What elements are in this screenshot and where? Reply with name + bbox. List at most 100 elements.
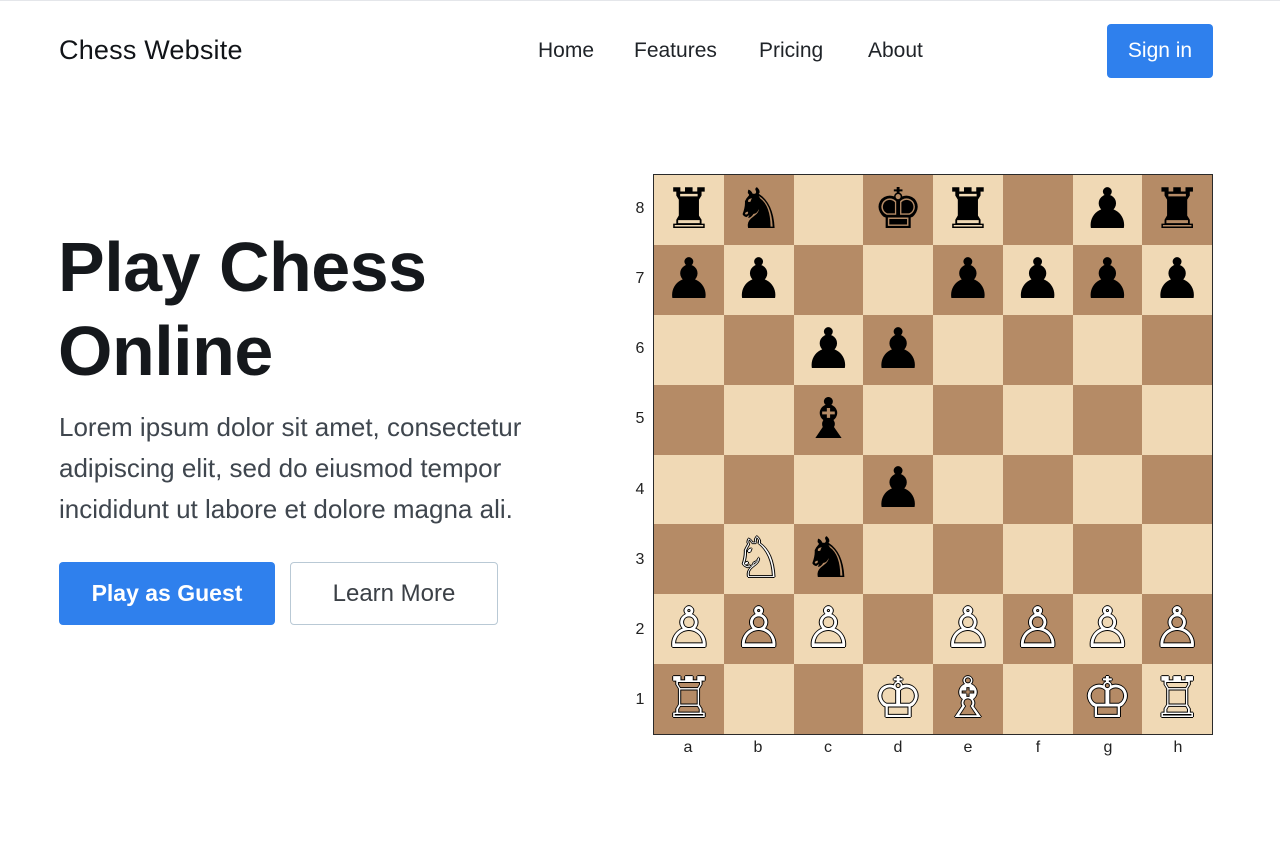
square-b6[interactable] [723,314,794,385]
white-knight-icon[interactable]: ♘ [734,531,784,587]
square-a6[interactable] [654,314,724,385]
square-c1[interactable] [793,664,864,734]
square-e8[interactable]: ♜ [933,175,1003,245]
square-c3[interactable]: ♞ [793,524,864,595]
square-c4[interactable] [793,454,864,525]
black-rook-icon[interactable]: ♜ [664,181,714,238]
square-e5[interactable] [933,384,1003,455]
white-pawn-icon[interactable]: ♙ [803,601,853,657]
black-pawn-icon[interactable]: ♟ [734,251,784,308]
square-c6[interactable]: ♟ [793,314,864,385]
square-d3[interactable] [863,524,933,595]
square-e6[interactable] [933,314,1003,385]
square-a4[interactable] [654,454,724,525]
white-pawn-icon[interactable]: ♙ [664,601,714,657]
square-h3[interactable] [1142,524,1212,595]
square-h5[interactable] [1142,384,1212,455]
square-d4[interactable]: ♟ [863,454,933,525]
square-d1[interactable]: ♔ [863,664,933,734]
black-pawn-icon[interactable]: ♟ [1082,181,1132,238]
white-king-icon[interactable]: ♔ [1082,671,1132,727]
learn-more-button[interactable]: Learn More [290,562,498,625]
square-h7[interactable]: ♟ [1142,244,1212,315]
chess-board[interactable]: ♜ ♞ ♚ ♜ ♟ ♜ ♟ ♟ ♟ ♟ ♟ ♟ ♟ ♟ ♝ ♟ ♘ ♞ ♙ ♙ ♙ ♙ ♙ ♙ ♙ ♖ ♔ ♗ ♔ ♖ [653,174,1213,735]
white-rook-icon[interactable]: ♖ [664,671,714,727]
square-g7[interactable]: ♟ [1072,244,1143,315]
square-e2[interactable]: ♙ [933,594,1003,665]
square-f6[interactable] [1002,314,1073,385]
square-h4[interactable] [1142,454,1212,525]
sign-in-button[interactable]: Sign in [1107,24,1213,78]
square-h1[interactable]: ♖ [1142,664,1212,734]
square-a1[interactable]: ♖ [654,664,724,734]
white-bishop-icon[interactable]: ♗ [943,671,993,727]
square-f4[interactable] [1002,454,1073,525]
square-h6[interactable] [1142,314,1212,385]
square-g4[interactable] [1072,454,1143,525]
square-c2[interactable]: ♙ [793,594,864,665]
square-b8[interactable]: ♞ [723,175,794,245]
square-d7[interactable] [863,244,933,315]
square-f7[interactable]: ♟ [1002,244,1073,315]
black-pawn-icon[interactable]: ♟ [664,251,714,308]
square-c8[interactable] [793,175,864,245]
black-pawn-icon[interactable]: ♟ [1013,251,1063,308]
square-a5[interactable] [654,384,724,455]
square-a3[interactable] [654,524,724,595]
square-f2[interactable]: ♙ [1002,594,1073,665]
square-c7[interactable] [793,244,864,315]
white-king-icon[interactable]: ♔ [873,671,923,727]
square-f1[interactable] [1002,664,1073,734]
square-a2[interactable]: ♙ [654,594,724,665]
square-g3[interactable] [1072,524,1143,595]
square-b3[interactable]: ♘ [723,524,794,595]
square-g5[interactable] [1072,384,1143,455]
square-g1[interactable]: ♔ [1072,664,1143,734]
white-rook-icon[interactable]: ♖ [1152,671,1202,727]
nav-pricing[interactable]: Pricing [759,39,823,63]
square-e1[interactable]: ♗ [933,664,1003,734]
square-d6[interactable]: ♟ [863,314,933,385]
nav-about[interactable]: About [868,39,923,63]
black-pawn-icon[interactable]: ♟ [803,321,853,378]
black-knight-icon[interactable]: ♞ [803,531,853,587]
black-pawn-icon[interactable]: ♟ [1152,251,1202,308]
square-h8[interactable]: ♜ [1142,175,1212,245]
nav-features[interactable]: Features [634,39,717,63]
white-pawn-icon[interactable]: ♙ [734,601,784,657]
black-pawn-icon[interactable]: ♟ [943,251,993,308]
square-e3[interactable] [933,524,1003,595]
black-knight-icon[interactable]: ♞ [734,181,784,238]
square-a8[interactable]: ♜ [654,175,724,245]
square-b4[interactable] [723,454,794,525]
black-rook-icon[interactable]: ♜ [1152,181,1202,238]
white-pawn-icon[interactable]: ♙ [1013,601,1063,657]
square-b7[interactable]: ♟ [723,244,794,315]
square-e4[interactable] [933,454,1003,525]
square-a7[interactable]: ♟ [654,244,724,315]
square-c5[interactable]: ♝ [793,384,864,455]
black-rook-icon[interactable]: ♜ [943,181,993,238]
square-f3[interactable] [1002,524,1073,595]
square-e7[interactable]: ♟ [933,244,1003,315]
black-pawn-icon[interactable]: ♟ [873,461,923,517]
square-d5[interactable] [863,384,933,455]
black-king-icon[interactable]: ♚ [873,181,923,238]
square-g8[interactable]: ♟ [1072,175,1143,245]
square-h2[interactable]: ♙ [1142,594,1212,665]
square-g2[interactable]: ♙ [1072,594,1143,665]
white-pawn-icon[interactable]: ♙ [1152,601,1202,657]
square-g6[interactable] [1072,314,1143,385]
black-pawn-icon[interactable]: ♟ [1082,251,1132,308]
black-bishop-icon[interactable]: ♝ [803,391,853,448]
square-b2[interactable]: ♙ [723,594,794,665]
white-pawn-icon[interactable]: ♙ [943,601,993,657]
play-as-guest-button[interactable]: Play as Guest [59,562,275,625]
square-b5[interactable] [723,384,794,455]
square-d2[interactable] [863,594,933,665]
square-b1[interactable] [723,664,794,734]
square-d8[interactable]: ♚ [863,175,933,245]
nav-home[interactable]: Home [538,39,594,63]
black-pawn-icon[interactable]: ♟ [873,321,923,378]
square-f5[interactable] [1002,384,1073,455]
